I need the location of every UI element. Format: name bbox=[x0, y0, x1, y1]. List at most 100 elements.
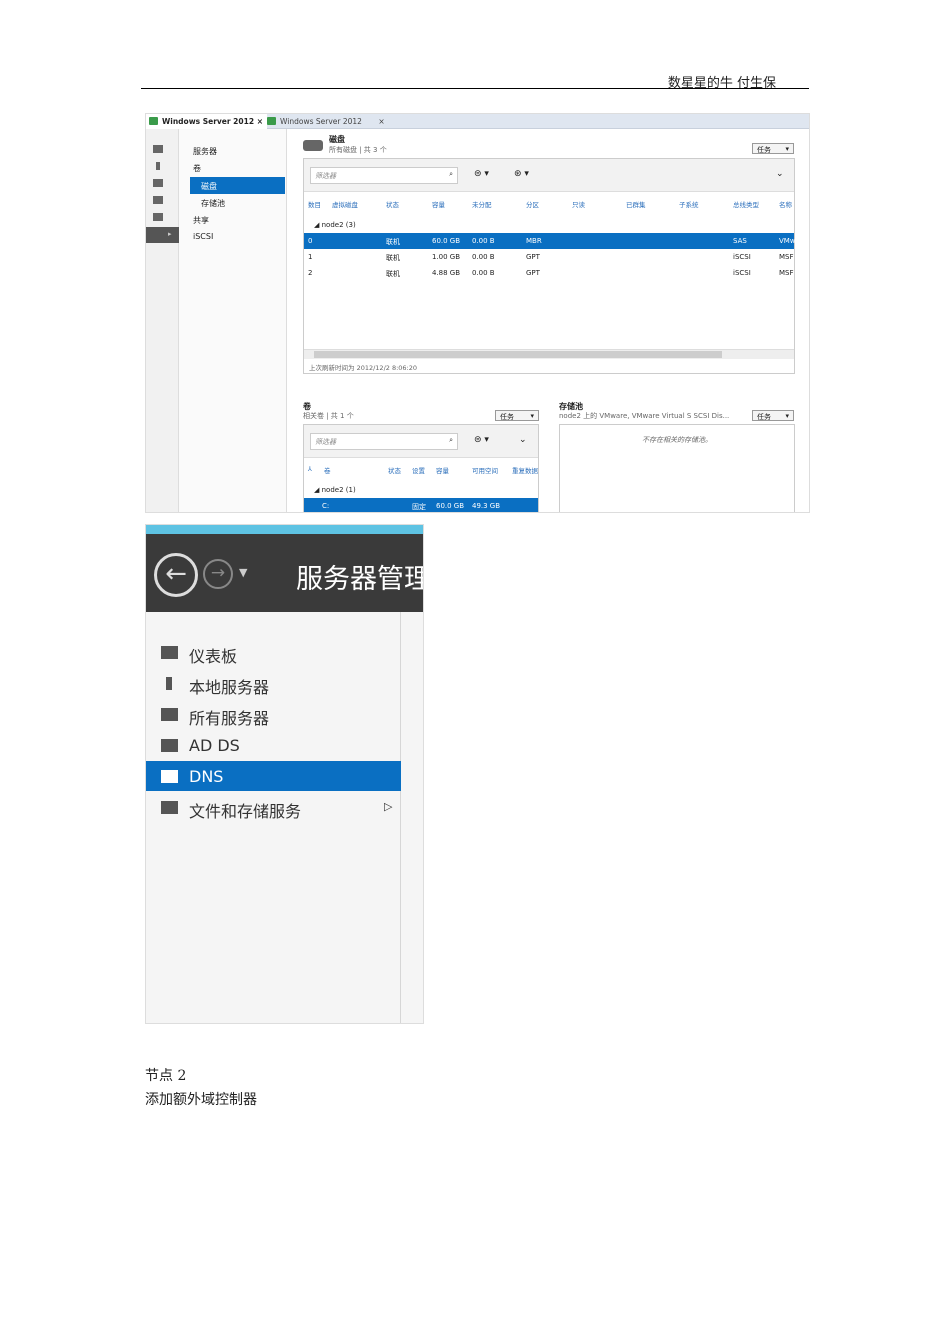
local-server-icon[interactable] bbox=[156, 162, 160, 170]
column-header[interactable]: 分区 bbox=[526, 199, 539, 209]
pool-task-button[interactable]: 任务 ▾ bbox=[752, 410, 794, 421]
column-header[interactable]: 卷 bbox=[324, 465, 331, 475]
table-cell: 2 bbox=[308, 269, 313, 277]
column-header[interactable]: 数目 bbox=[308, 199, 321, 209]
back-button[interactable]: ← bbox=[154, 553, 198, 597]
file-storage-icon bbox=[161, 801, 178, 814]
pool-empty-message: 不存在相关的存储池。 bbox=[642, 436, 712, 444]
column-header[interactable]: 未分配 bbox=[472, 199, 492, 209]
close-icon[interactable]: × bbox=[257, 117, 263, 126]
expand-icon[interactable]: ⌄ bbox=[776, 169, 784, 179]
list-options-button[interactable]: ⊜ ▾ bbox=[474, 435, 489, 445]
disks-subtitle: 所有磁盘 | 共 3 个 bbox=[329, 146, 387, 154]
column-header[interactable]: 设置 bbox=[412, 465, 425, 475]
nav-item[interactable]: 本地服务器 bbox=[146, 668, 401, 698]
vm-icon bbox=[149, 117, 158, 125]
close-icon[interactable]: × bbox=[378, 117, 384, 126]
volumes-task-button[interactable]: 任务 ▾ bbox=[495, 410, 539, 421]
volumes-panel: 筛选器 ⌕ ⊜ ▾ ⌄ ⅄ 卷状态 设置 容量 可用空间 重复数据 ◢ node2 (1) … bbox=[303, 424, 539, 512]
list-options-button[interactable]: ⊜ ▾ bbox=[474, 169, 489, 179]
dashboard-icon bbox=[161, 646, 178, 659]
disk-icon bbox=[303, 140, 323, 151]
history-dropdown-icon[interactable]: ▼ bbox=[239, 566, 247, 579]
search-icon: ⌕ bbox=[449, 170, 453, 178]
table-cell: 49.3 GB bbox=[472, 502, 501, 510]
dns-icon[interactable] bbox=[153, 213, 163, 221]
vm-icon bbox=[267, 117, 276, 125]
file-storage-icon[interactable]: ▸ bbox=[146, 227, 179, 243]
table-cell: SAS bbox=[733, 237, 747, 245]
column-header[interactable]: 名称 bbox=[779, 199, 792, 209]
nav-shares[interactable]: 共享 bbox=[193, 215, 209, 226]
column-header[interactable]: 子系统 bbox=[679, 199, 699, 209]
disks-group-row[interactable]: ◢ node2 (3) bbox=[314, 217, 356, 233]
volumes-group-row[interactable]: ◢ node2 (1) bbox=[314, 482, 356, 498]
nav-disks[interactable]: 磁盘 bbox=[190, 177, 285, 194]
nav-item-label: DNS bbox=[189, 767, 224, 786]
pool-panel: 不存在相关的存储池。 bbox=[559, 424, 795, 512]
dns-icon bbox=[161, 770, 178, 783]
disks-task-button[interactable]: 任务 ▾ bbox=[752, 143, 794, 154]
table-cell: 1 bbox=[308, 253, 313, 261]
forward-button[interactable]: → bbox=[203, 559, 233, 589]
column-header[interactable]: 重复数据 bbox=[512, 465, 538, 475]
table-cell: 60.0 GB bbox=[436, 502, 465, 510]
column-header[interactable]: 状态 bbox=[388, 465, 401, 475]
nav-volumes[interactable]: 卷 bbox=[193, 163, 201, 174]
table-cell: 0.00 B bbox=[472, 253, 495, 261]
table-cell: iSCSI bbox=[733, 269, 751, 277]
table-row[interactable]: 0 联机 60.0 GB 0.00 B MBR SAS VMw bbox=[304, 233, 796, 249]
tab-2[interactable]: Windows Server 2012 × bbox=[264, 114, 389, 129]
nav-iscsi[interactable]: iSCSI bbox=[193, 232, 213, 241]
nav-item[interactable]: DNS bbox=[146, 761, 401, 791]
group-options-button[interactable]: ⊛ ▾ bbox=[514, 169, 529, 179]
tab-1[interactable]: Windows Server 2012 × bbox=[146, 114, 267, 129]
sort-icon[interactable]: ⅄ bbox=[308, 465, 312, 473]
all-servers-icon[interactable] bbox=[153, 179, 163, 187]
expand-icon[interactable]: ⌄ bbox=[519, 435, 527, 445]
server-manager-header: ← → ▼ 服务器管理 bbox=[146, 534, 423, 612]
screenshot-file-storage: Windows Server 2012 × Windows Server 201… bbox=[145, 113, 810, 513]
table-row[interactable]: 1 联机 1.00 GB 0.00 B GPT iSCSI MSF bbox=[304, 249, 794, 265]
column-header[interactable]: 可用空间 bbox=[472, 465, 498, 475]
dashboard-icon[interactable] bbox=[153, 145, 163, 153]
paragraph-node: 节点 2 bbox=[145, 1068, 187, 1084]
nav-item[interactable]: 仪表板 bbox=[146, 637, 401, 667]
table-cell: 固定 bbox=[412, 503, 426, 511]
volumes-subtitle: 相关卷 | 共 1 个 bbox=[303, 412, 354, 420]
volumes-filter-input[interactable]: 筛选器 ⌕ bbox=[310, 433, 458, 450]
column-header[interactable]: 只读 bbox=[572, 199, 585, 209]
disks-title: 磁盘 bbox=[329, 135, 345, 144]
title-strip bbox=[146, 525, 423, 534]
table-cell: MBR bbox=[526, 237, 542, 245]
nav-item-label: AD DS bbox=[189, 736, 240, 755]
paragraph-add-dc: 添加额外域控制器 bbox=[145, 1092, 257, 1108]
disks-filter-input[interactable]: 筛选器 ⌕ bbox=[310, 167, 458, 184]
icon-rail: ▸ bbox=[146, 129, 179, 512]
nav-pools[interactable]: 存储池 bbox=[201, 198, 225, 209]
table-cell: 0.00 B bbox=[472, 269, 495, 277]
column-header[interactable]: 容量 bbox=[432, 199, 445, 209]
table-cell: GPT bbox=[526, 269, 540, 277]
chevron-down-icon: ▾ bbox=[530, 412, 534, 420]
nav-item[interactable]: 所有服务器 bbox=[146, 699, 401, 729]
table-row[interactable]: 2 联机 4.88 GB 0.00 B GPT iSCSI MSF bbox=[304, 265, 794, 281]
column-header[interactable]: 状态 bbox=[386, 199, 399, 209]
column-header[interactable]: 虚拟磁盘 bbox=[332, 199, 358, 209]
search-icon: ⌕ bbox=[449, 436, 453, 444]
horizontal-scrollbar[interactable] bbox=[304, 349, 794, 359]
table-row[interactable]: C: 固定 60.0 GB 49.3 GB bbox=[304, 498, 538, 512]
adds-icon[interactable] bbox=[153, 196, 163, 204]
column-header[interactable]: 已群集 bbox=[626, 199, 646, 209]
chevron-right-icon[interactable]: ▷ bbox=[384, 800, 392, 813]
nav-servers[interactable]: 服务器 bbox=[193, 146, 217, 157]
column-header[interactable]: 容量 bbox=[436, 465, 449, 475]
disks-panel: 筛选器 ⌕ ⊜ ▾ ⊛ ▾ ⌄ 数目 虚拟磁盘 状态 容量 未分配 分区 只读 已群集 子系统 总线… bbox=[303, 158, 796, 374]
nav-item-label: 仪表板 bbox=[189, 647, 238, 666]
table-cell: 联机 bbox=[386, 238, 400, 246]
column-header[interactable]: 总线类型 bbox=[733, 199, 759, 209]
nav-item[interactable]: AD DS bbox=[146, 730, 401, 760]
nav-item[interactable]: 文件和存储服务 ▷ bbox=[146, 792, 401, 822]
table-cell: VMw bbox=[779, 237, 796, 245]
table-cell: 1.00 GB bbox=[432, 253, 461, 261]
